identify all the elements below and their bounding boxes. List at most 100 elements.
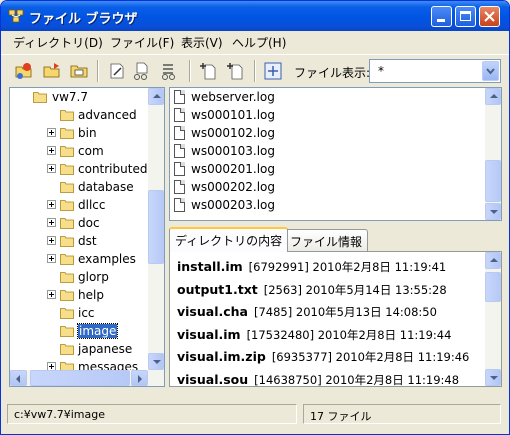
expand-icon[interactable] bbox=[47, 164, 56, 173]
open-folder-icon[interactable] bbox=[14, 61, 34, 81]
scroll-up-button[interactable] bbox=[485, 252, 501, 269]
tree-item-glorp[interactable]: glorp bbox=[10, 268, 150, 286]
menu-file[interactable]: ファイル(F) bbox=[110, 34, 174, 51]
tree-item-advanced[interactable]: advanced bbox=[10, 106, 150, 124]
directory-entry[interactable]: visual.cha [7485] 2010年5月13日 14:08:50 bbox=[177, 304, 437, 326]
tree-item-label: dst bbox=[78, 234, 97, 248]
folder-icon bbox=[60, 164, 74, 175]
file-filter-value: * bbox=[378, 64, 384, 78]
arrow-up-icon bbox=[490, 258, 498, 262]
scroll-down-button[interactable] bbox=[485, 369, 501, 386]
open-folder-icon bbox=[33, 92, 47, 103]
expand-icon[interactable] bbox=[47, 200, 56, 209]
file-in-icon[interactable] bbox=[132, 61, 152, 81]
file-list-item[interactable]: webserver.log bbox=[172, 88, 472, 106]
tree-item-dst[interactable]: dst bbox=[10, 232, 150, 250]
directory-entry[interactable]: visual.sou [14638750] 2010年2月8日 11:19:48 bbox=[177, 372, 459, 387]
tree-horizontal-scrollbar[interactable] bbox=[10, 370, 164, 386]
tree-item-label: help bbox=[78, 288, 104, 302]
scroll-thumb[interactable] bbox=[485, 160, 501, 202]
scroll-right-button[interactable] bbox=[131, 370, 148, 386]
filter-label: ファイル表示: bbox=[294, 66, 371, 80]
expand-icon[interactable] bbox=[47, 236, 56, 245]
directory-contents-panel[interactable]: install.im [6792991] 2010年2月8日 11:19:41 ou… bbox=[169, 251, 502, 387]
arrow-down-icon bbox=[153, 360, 161, 364]
tree-root-item[interactable]: vw7.7 bbox=[10, 88, 150, 106]
tree-item-database[interactable]: database bbox=[10, 178, 150, 196]
file-list-item[interactable]: ws000103.log bbox=[172, 142, 472, 160]
scroll-thumb[interactable] bbox=[148, 190, 164, 264]
expand-icon[interactable] bbox=[47, 290, 56, 299]
tab-directory-contents[interactable]: ディレクトリの内容 bbox=[169, 227, 289, 252]
menu-help[interactable]: ヘルプ(H) bbox=[232, 34, 286, 51]
file-list-item[interactable]: ws000102.log bbox=[172, 124, 472, 142]
tree-item-icc[interactable]: icc bbox=[10, 304, 150, 322]
directory-entry[interactable]: install.im [6792991] 2010年2月8日 11:19:41 bbox=[177, 259, 446, 281]
tree-item-com[interactable]: com bbox=[10, 142, 150, 160]
filter-dropdown-button[interactable] bbox=[482, 61, 499, 81]
tree-item-help[interactable]: help bbox=[10, 286, 150, 304]
file-name: ws000103.log bbox=[191, 144, 275, 158]
tree-item-japanese[interactable]: japanese bbox=[10, 340, 150, 358]
document-icon bbox=[174, 144, 185, 158]
scroll-up-button[interactable] bbox=[148, 88, 164, 105]
tree-item-dllcc[interactable]: dllcc bbox=[10, 196, 150, 214]
entry-meta: [2563] 2010年5月14日 13:55:28 bbox=[263, 282, 447, 297]
directory-entry[interactable]: visual.im [17532480] 2010年2月8日 11:19:44 bbox=[177, 327, 451, 349]
file-list[interactable]: webserver.log ws000101.log ws000102.log ws0… bbox=[169, 87, 502, 221]
tree-item-label: dllcc bbox=[78, 198, 106, 212]
expand-icon[interactable] bbox=[47, 218, 56, 227]
details-scrollbar[interactable] bbox=[485, 252, 501, 386]
folder-icon bbox=[60, 110, 74, 121]
file-remove-icon[interactable] bbox=[226, 61, 246, 81]
expand-icon[interactable] bbox=[47, 128, 56, 137]
open-icon[interactable] bbox=[42, 61, 62, 81]
horizontal-scroll-thumb[interactable] bbox=[30, 370, 130, 386]
window-title: ファイル ブラウザ bbox=[29, 12, 138, 27]
minimize-icon bbox=[437, 19, 445, 22]
tree-item-image[interactable]: image bbox=[10, 322, 150, 340]
edit-icon[interactable] bbox=[107, 61, 127, 81]
toolbar-separator bbox=[189, 60, 191, 82]
document-icon bbox=[174, 108, 185, 122]
directory-tree[interactable]: vw7.7 advanced bin com contributed database d… bbox=[9, 87, 165, 387]
scroll-down-button[interactable] bbox=[485, 203, 501, 220]
entry-name: visual.cha bbox=[177, 304, 248, 319]
title-bar[interactable]: ファイル ブラウザ bbox=[1, 1, 509, 31]
directory-entry[interactable]: output1.txt [2563] 2010年5月14日 13:55:28 bbox=[177, 282, 447, 304]
scroll-left-button[interactable] bbox=[10, 370, 27, 386]
maximize-button[interactable] bbox=[455, 6, 476, 27]
browse-icon[interactable] bbox=[69, 61, 89, 81]
file-list-item[interactable]: ws000203.log bbox=[172, 196, 472, 214]
menu-directory[interactable]: ディレクトリ(D) bbox=[13, 34, 103, 51]
file-list-item[interactable]: ws000101.log bbox=[172, 106, 472, 124]
file-list-item[interactable]: ws000202.log bbox=[172, 178, 472, 196]
tree-item-bin[interactable]: bin bbox=[10, 124, 150, 142]
directory-entry[interactable]: visual.im.zip [6935377] 2010年2月8日 11:19:4… bbox=[177, 349, 469, 371]
tab-file-info[interactable]: ファイル情報 bbox=[284, 229, 369, 251]
list-icon[interactable] bbox=[159, 61, 179, 81]
minimize-button[interactable] bbox=[431, 6, 452, 27]
file-list-scrollbar[interactable] bbox=[485, 88, 501, 220]
scroll-up-button[interactable] bbox=[485, 88, 501, 105]
folder-icon bbox=[60, 344, 74, 355]
close-button[interactable] bbox=[479, 6, 500, 27]
tree-item-examples[interactable]: examples bbox=[10, 250, 150, 268]
tree-item-contributed[interactable]: contributed bbox=[10, 160, 150, 178]
file-list-item[interactable]: ws000201.log bbox=[172, 160, 472, 178]
file-add-icon[interactable] bbox=[199, 61, 219, 81]
scroll-down-button[interactable] bbox=[148, 353, 164, 370]
arrow-down-icon bbox=[490, 210, 498, 214]
tree-vertical-scrollbar[interactable] bbox=[148, 88, 164, 370]
app-icon bbox=[8, 9, 24, 23]
tree-item-doc[interactable]: doc bbox=[10, 214, 150, 232]
close-icon bbox=[484, 11, 495, 22]
expand-icon[interactable] bbox=[47, 254, 56, 263]
refresh-icon[interactable] bbox=[263, 61, 283, 81]
scroll-thumb[interactable] bbox=[485, 272, 501, 302]
file-filter-combo[interactable]: * bbox=[369, 59, 501, 83]
menu-view[interactable]: 表示(V) bbox=[181, 34, 223, 51]
arrow-up-icon bbox=[490, 94, 498, 98]
expand-icon[interactable] bbox=[47, 146, 56, 155]
tree-item-label: doc bbox=[78, 216, 100, 230]
